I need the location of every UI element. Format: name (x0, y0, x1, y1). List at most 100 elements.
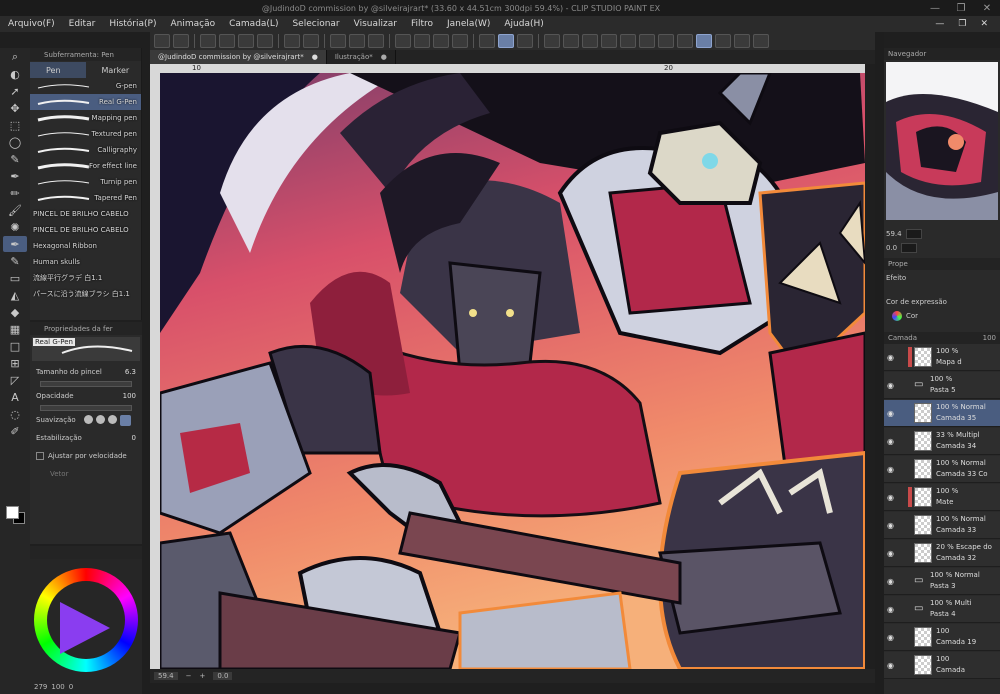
tab-pen[interactable]: Pen (30, 62, 86, 78)
brush-item[interactable]: Calligraphy (30, 142, 141, 158)
expression-color-select[interactable]: Cor (892, 310, 918, 322)
zoom-in-icon[interactable]: + (199, 672, 205, 680)
brush-item[interactable]: PINCEL DE BRILHO CABELO (30, 206, 141, 222)
layer-row[interactable]: ◉ ▭ 100 % Normal Pasta 3 (884, 568, 1000, 595)
clip-studio-button[interactable] (173, 34, 189, 48)
gradient-pen-icon[interactable]: ✎ (3, 253, 27, 269)
doc-restore-icon[interactable]: ❐ (958, 19, 966, 29)
canvas[interactable] (160, 73, 865, 669)
rotation-value[interactable]: 0.0 (213, 672, 233, 680)
invert-selection-button[interactable] (433, 34, 449, 48)
layer-row[interactable]: ◉ 33 % Multipl Camada 34 (884, 428, 1000, 455)
brush-tool-icon[interactable]: 🖌 (3, 202, 27, 218)
operation-tool-icon[interactable]: ➚ (3, 83, 27, 99)
tutorial-button[interactable] (563, 34, 579, 48)
navigator-angle-value[interactable]: 0.0 (886, 244, 897, 252)
brush-item[interactable]: PINCEL DE BRILHO CABELO (30, 222, 141, 238)
selection-tool-icon[interactable]: ⬚ (3, 117, 27, 133)
navigator-zoom-value[interactable]: 59.4 (886, 230, 902, 238)
timelapse-button[interactable] (715, 34, 731, 48)
move-tool-icon[interactable]: ✥ (3, 100, 27, 116)
brightness-value[interactable]: 0 (69, 683, 73, 691)
brush-item[interactable]: Real G-Pen (30, 94, 141, 110)
menu-animation[interactable]: Animação (170, 19, 215, 29)
color-triangle[interactable] (60, 602, 110, 654)
menu-filter[interactable]: Filtro (411, 19, 433, 29)
show-selection-button[interactable] (452, 34, 468, 48)
snap-grid-button[interactable] (517, 34, 533, 48)
hand-tool-icon[interactable]: ◐ (3, 66, 27, 82)
eraser-tool-icon[interactable]: ▭ (3, 270, 27, 286)
visibility-eye-icon[interactable]: ◉ (887, 577, 894, 586)
pencil-tool-icon[interactable]: ✏ (3, 185, 27, 201)
layer-property-title[interactable]: Prope (888, 260, 908, 268)
assist-button[interactable] (696, 34, 712, 48)
layer-row[interactable]: ◉ 100 % Mapa d (884, 344, 1000, 371)
menu-help[interactable]: Ajuda(H) (504, 19, 543, 29)
brush-item[interactable]: Turnip pen (30, 174, 141, 190)
hue-value[interactable]: 279 (34, 683, 47, 691)
menu-file[interactable]: Arquivo(F) (8, 19, 55, 29)
menu-history[interactable]: História(P) (109, 19, 156, 29)
tab-marker[interactable]: Marker (86, 62, 142, 78)
help-button[interactable] (544, 34, 560, 48)
layer-row[interactable]: ◉ ▭ 100 % Pasta 5 (884, 372, 1000, 399)
fill-tool-icon[interactable]: ◆ (3, 304, 27, 320)
smoothing-options[interactable] (83, 414, 131, 426)
snap-special-ruler-button[interactable] (498, 34, 514, 48)
menu-window[interactable]: Janela(W) (447, 19, 490, 29)
split-view-button[interactable] (753, 34, 769, 48)
close-button[interactable]: ✕ (974, 3, 1000, 14)
companion-button[interactable] (639, 34, 655, 48)
brush-item[interactable]: G-pen (30, 78, 141, 94)
airbrush-tool-icon[interactable]: ✺ (3, 219, 27, 235)
material-button[interactable] (582, 34, 598, 48)
brush-size-value[interactable]: 6.3 (125, 368, 136, 376)
snap-ruler-button[interactable] (479, 34, 495, 48)
layer-row[interactable]: ◉ ▭ 100 % Multi Pasta 4 (884, 596, 1000, 623)
zoom-value[interactable]: 59.4 (154, 672, 178, 680)
brush-item[interactable]: Textured pen (30, 126, 141, 142)
zoom-tool-icon[interactable]: ⌕ (3, 49, 27, 65)
ruler-tool-icon[interactable]: ◸ (3, 372, 27, 388)
layer-opacity-value[interactable]: 100 (983, 334, 1000, 342)
color-wheel[interactable] (34, 568, 138, 672)
frame-tool-icon[interactable]: ⊞ (3, 355, 27, 371)
loading-icon[interactable] (330, 34, 346, 48)
correct-line-tool-icon[interactable]: ✐ (3, 423, 27, 439)
visibility-eye-icon[interactable]: ◉ (887, 465, 894, 474)
text-tool-icon[interactable]: A (3, 389, 27, 405)
layer-row[interactable]: ◉ 100 Camada (884, 652, 1000, 679)
visibility-eye-icon[interactable]: ◉ (887, 381, 894, 390)
balloon-tool-icon[interactable]: ◌ (3, 406, 27, 422)
brush-item[interactable]: Mapping pen (30, 110, 141, 126)
reference-button[interactable] (620, 34, 636, 48)
menu-layer[interactable]: Camada(L) (229, 19, 278, 29)
layer-row[interactable]: ◉ 100 % Normal Camada 35 (884, 400, 1000, 427)
undo-button[interactable] (284, 34, 300, 48)
color-swatches[interactable] (4, 504, 26, 524)
visibility-eye-icon[interactable]: ◉ (887, 353, 894, 362)
maximize-button[interactable]: ❐ (948, 3, 974, 14)
menu-toggle-button[interactable] (154, 34, 170, 48)
minimize-button[interactable]: — (922, 3, 948, 14)
main-color-swatch[interactable] (6, 506, 19, 519)
layer-row[interactable]: ◉ 100 Camada 19 (884, 624, 1000, 651)
layer-row[interactable]: ◉ 100 % Normal Camada 33 (884, 512, 1000, 539)
brush-item[interactable]: 流線平行グラデ 白1.1 (30, 270, 141, 286)
opacity-value[interactable]: 100 (123, 392, 136, 400)
stabilization-value[interactable]: 0 (132, 434, 136, 442)
saturation-value[interactable]: 100 (51, 683, 64, 691)
new-file-button[interactable] (200, 34, 216, 48)
export-button[interactable] (257, 34, 273, 48)
zoom-out-icon[interactable]: − (186, 672, 192, 680)
asset-button[interactable] (601, 34, 617, 48)
brush-item[interactable]: Human skulls (30, 254, 141, 270)
brush-item[interactable]: For effect line (30, 158, 141, 174)
doc-minimize-icon[interactable]: — (935, 19, 944, 29)
brush-item[interactable]: Hexagonal Ribbon (30, 238, 141, 254)
layer-row[interactable]: ◉ 20 % Escape do Camada 32 (884, 540, 1000, 567)
eyedropper-tool-icon[interactable]: ✎ (3, 151, 27, 167)
speed-checkbox[interactable] (36, 452, 44, 460)
community-button[interactable] (677, 34, 693, 48)
